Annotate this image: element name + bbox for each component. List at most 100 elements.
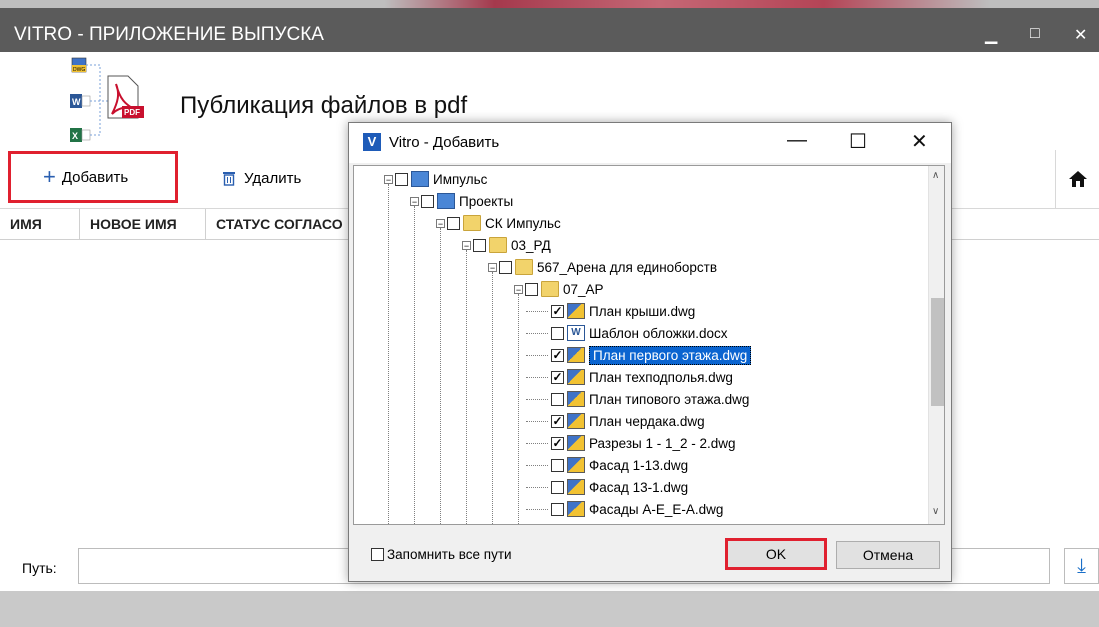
maximize-button[interactable]: □ [1030,25,1040,43]
dwg-file-icon [567,435,585,451]
tree-checkbox[interactable]: ✓ [551,436,564,450]
home-icon [1069,171,1087,187]
tree-checkbox[interactable] [551,392,564,406]
tree-checkbox[interactable] [447,216,460,230]
tree-item[interactable]: − Проекты [410,190,513,212]
tree-item-label: Шаблон обложки.docx [589,325,728,341]
tree-checkbox[interactable] [551,326,564,340]
scroll-up-icon[interactable]: ∧ [932,170,939,181]
dwg-file-icon [567,369,585,385]
tree-trunk-line [466,250,467,524]
collapse-icon[interactable]: − [462,240,471,250]
app-title: VITRO - ПРИЛОЖЕНИЕ ВЫПУСКА [14,24,324,45]
plus-icon: + [43,164,56,189]
folder-file-icon [489,237,507,253]
tree-item[interactable]: − 07_АР [514,278,604,300]
dwg-file-icon [567,303,585,319]
tree-checkbox[interactable] [551,458,564,472]
tree-item[interactable]: ✓ План первого этажа.dwg [540,344,752,366]
dialog-title: Vitro - Добавить [389,134,500,151]
status-bar [0,591,1099,627]
tree-trunk-line [492,272,493,524]
scroll-down-icon[interactable]: ∨ [932,506,939,517]
column-header-name[interactable]: ИМЯ [0,209,80,239]
tree-item-label: План крыши.dwg [589,303,696,319]
tree-trunk-line [440,228,441,524]
tree-item-label: План первого этажа.dwg [589,345,752,365]
tree-checkbox[interactable] [551,480,564,494]
collapse-icon[interactable]: − [514,284,523,294]
tree-item-label: Фасад 1-13.dwg [589,457,689,473]
dialog-close-button[interactable]: ✕ [911,129,928,154]
column-header-status[interactable]: СТАТУС СОГЛАСО [206,209,356,239]
remember-paths-checkbox[interactable]: Запомнить все пути [371,547,512,562]
collapse-icon[interactable]: − [384,174,393,184]
tree-checkbox[interactable]: ✓ [551,414,564,428]
tree-checkbox[interactable] [473,238,486,252]
tree-item-label: 07_АР [563,281,604,297]
path-label: Путь: [22,560,57,576]
tree-checkbox[interactable]: ✓ [551,348,564,362]
tree-item-label: 03_РД [511,237,551,253]
publish-logo-icon: DWG W X PDF [70,57,144,142]
tree-item[interactable]: ✓ План техподполья.dwg [540,366,733,388]
add-dialog: V Vitro - Добавить — ☐ ✕ − Импульс − Проект… [348,122,952,582]
tree-item[interactable]: План типового этажа.dwg [540,388,749,410]
ok-button[interactable]: OK [725,538,827,570]
tree-item[interactable]: ✓ Разрезы 1 - 1_2 - 2.dwg [540,432,736,454]
tree-scrollbar[interactable]: ∧ ∨ [928,166,944,524]
file-tree[interactable]: − Импульс − Проекты − СК Импульс − 03_РД − 567_Ар… [353,165,945,525]
download-button[interactable]: ⤓ [1064,548,1099,584]
minimize-button[interactable]: ▁ [985,25,997,45]
download-icon: ⤓ [1077,554,1086,577]
column-header-new-name[interactable]: НОВОЕ ИМЯ [80,209,206,239]
tree-item[interactable]: ✓ План крыши.dwg [540,300,695,322]
tree-checkbox[interactable] [551,502,564,516]
svg-text:X: X [72,131,78,141]
dialog-minimize-button[interactable]: — [787,129,807,152]
close-button[interactable]: ✕ [1074,25,1087,45]
folder-file-icon [515,259,533,275]
delete-button[interactable]: Удалить [222,150,301,206]
tree-checkbox[interactable] [499,260,512,274]
delete-button-label: Удалить [244,169,302,187]
folder-file-icon [541,281,559,297]
tree-trunk-line [414,206,415,524]
tree-item[interactable]: W Шаблон обложки.docx [540,322,728,344]
tree-item-label: Фасад 13-1.dwg [589,479,689,495]
add-button[interactable]: + Добавить [8,151,178,203]
home-button[interactable] [1055,150,1099,208]
tree-item[interactable]: − Импульс [384,168,487,190]
tree-item-label: План типового этажа.dwg [589,391,750,407]
tree-checkbox[interactable]: ✓ [551,370,564,384]
checkbox-icon[interactable] [371,548,384,561]
proj-file-icon [411,171,429,187]
dialog-maximize-button[interactable]: ☐ [849,129,867,154]
collapse-icon[interactable]: − [410,196,419,206]
collapse-icon[interactable]: − [436,218,445,228]
vitro-logo-icon: V [363,133,381,151]
cancel-button[interactable]: Отмена [836,541,940,569]
tree-checkbox[interactable] [525,282,538,296]
tree-item-label: План техподполья.dwg [589,369,733,385]
tree-item[interactable]: Фасад 13-1.dwg [540,476,688,498]
tree-item[interactable]: − СК Импульс [436,212,561,234]
scroll-thumb[interactable] [931,298,944,406]
tree-item[interactable]: Фасады А-Е_Е-А.dwg [540,498,723,520]
tree-checkbox[interactable]: ✓ [551,304,564,318]
collapse-icon[interactable]: − [488,262,497,272]
tree-item[interactable]: Фасад 1-13.dwg [540,454,688,476]
dwg-file-icon [567,413,585,429]
trash-icon [223,172,235,186]
tree-item[interactable]: ✓ План чердака.dwg [540,410,705,432]
tree-checkbox[interactable] [395,172,408,186]
tree-item-label: 567_Арена для единоборств [537,259,718,275]
tree-item-label: Проекты [459,193,514,209]
folder-file-icon [463,215,481,231]
svg-text:W: W [72,97,81,107]
tree-item[interactable]: − 03_РД [462,234,551,256]
tree-trunk-line [388,184,389,524]
tree-item[interactable]: − 567_Арена для единоборств [488,256,717,278]
tree-checkbox[interactable] [421,194,434,208]
tree-item-label: План чердака.dwg [589,413,705,429]
